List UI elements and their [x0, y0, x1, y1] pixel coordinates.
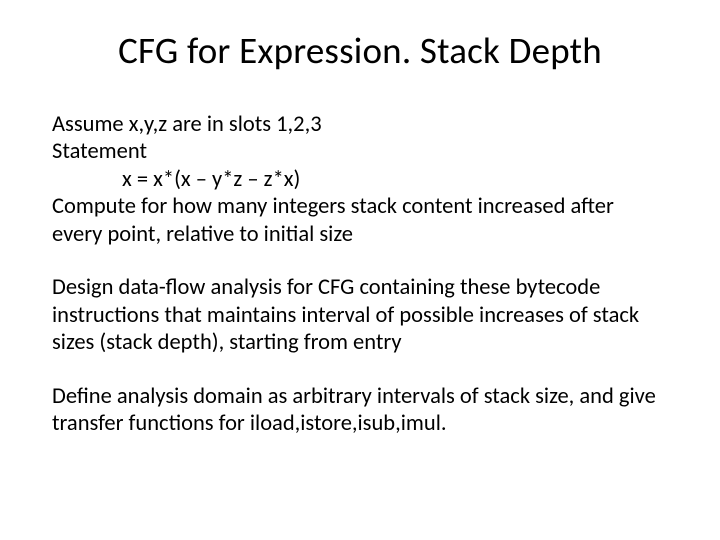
slide: CFG for Expression. Stack Depth Assume x…: [0, 0, 720, 540]
line-statement-expr: x = x*(x – y*z – z*x): [52, 166, 668, 193]
slide-title: CFG for Expression. Stack Depth: [52, 28, 668, 73]
slide-body: Assume x,y,z are in slots 1,2,3 Statemen…: [52, 111, 668, 437]
paragraph-1: Assume x,y,z are in slots 1,2,3 Statemen…: [52, 111, 668, 248]
line-compute: Compute for how many integers stack cont…: [52, 193, 668, 248]
paragraph-2: Design data-flow analysis for CFG contai…: [52, 274, 668, 356]
line-assume: Assume x,y,z are in slots 1,2,3: [52, 111, 668, 138]
line-statement-label: Statement: [52, 138, 668, 165]
paragraph-3: Define analysis domain as arbitrary inte…: [52, 383, 668, 438]
